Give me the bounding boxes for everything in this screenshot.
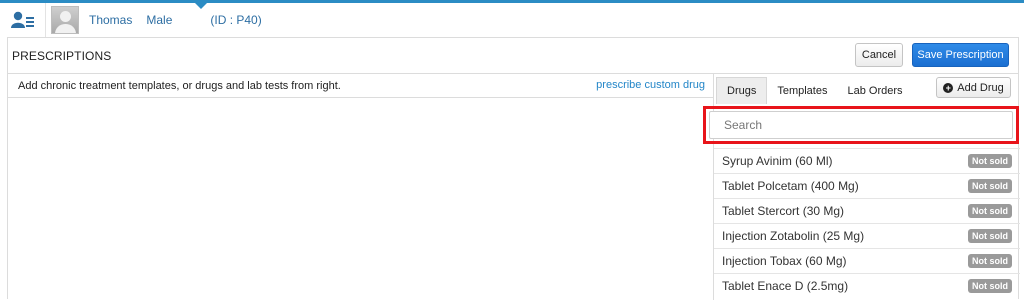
prescriptions-panel: PRESCRIPTIONS Cancel Save Prescription A… [7, 37, 1020, 300]
drug-name: Injection Zotabolin (25 Mg) [722, 229, 865, 243]
save-prescription-button[interactable]: Save Prescription [912, 43, 1009, 67]
patient-header: Thomas Male (ID : P40) [0, 3, 1024, 37]
drug-name: Injection Tobax (60 Mg) [722, 254, 847, 268]
hint-row: Add chronic treatment templates, or drug… [8, 74, 713, 98]
add-drug-button[interactable]: + Add Drug [936, 77, 1011, 98]
search-highlight [703, 106, 1019, 144]
status-badge: Not sold [968, 279, 1012, 293]
status-badge: Not sold [968, 154, 1012, 168]
hint-text: Add chronic treatment templates, or drug… [18, 79, 341, 92]
list-item[interactable]: Tablet Polcetam (400 Mg) Not sold [714, 173, 1020, 198]
status-badge: Not sold [968, 179, 1012, 193]
drug-name: Tablet Enace D (2.5mg) [722, 279, 849, 293]
status-badge: Not sold [968, 229, 1012, 243]
avatar [51, 6, 79, 34]
drug-name: Syrup Avinim (60 Ml) [722, 154, 833, 168]
tab-templates[interactable]: Templates [767, 77, 837, 104]
tab-lab-orders[interactable]: Lab Orders [837, 77, 912, 104]
patient-name[interactable]: Thomas [89, 13, 132, 27]
panel-header: PRESCRIPTIONS Cancel Save Prescription [8, 38, 1018, 74]
tab-drugs[interactable]: Drugs [716, 77, 768, 104]
drug-name: Tablet Polcetam (400 Mg) [722, 179, 859, 193]
drug-picker: Drugs Templates Lab Orders + Add Drug Sy… [703, 74, 1020, 300]
prescribe-custom-drug-link[interactable]: prescribe custom drug [596, 79, 705, 91]
list-item[interactable]: Injection Zotabolin (25 Mg) Not sold [714, 223, 1020, 248]
page-title: PRESCRIPTIONS [12, 48, 112, 63]
drug-list: Syrup Avinim (60 Ml) Not sold Tablet Pol… [714, 148, 1020, 298]
drug-name: Tablet Stercort (30 Mg) [722, 204, 845, 218]
search-input[interactable] [709, 111, 1013, 139]
list-item[interactable]: Injection Tobax (60 Mg) Not sold [714, 248, 1020, 273]
cancel-button[interactable]: Cancel [855, 43, 903, 67]
status-badge: Not sold [968, 204, 1012, 218]
list-item[interactable]: Tablet Stercort (30 Mg) Not sold [714, 198, 1020, 223]
plus-circle-icon: + [943, 82, 954, 93]
patient-list-icon[interactable] [0, 3, 46, 37]
status-badge: Not sold [968, 254, 1012, 268]
patient-gender: Male [146, 13, 173, 27]
list-item[interactable]: Syrup Avinim (60 Ml) Not sold [714, 148, 1020, 173]
picker-tabs: Drugs Templates Lab Orders + Add Drug [714, 74, 1019, 104]
add-drug-label: Add Drug [957, 81, 1004, 94]
prescription-content-area: Add chronic treatment templates, or drug… [8, 74, 713, 300]
list-item[interactable]: Tablet Enace D (2.5mg) Not sold [714, 273, 1020, 298]
patient-id: (ID : P40) [210, 13, 262, 27]
